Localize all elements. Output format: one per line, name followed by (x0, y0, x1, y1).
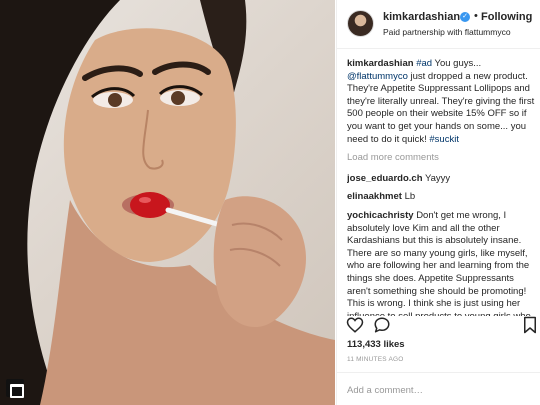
comment-item: elinaakhmet Lb (347, 191, 537, 204)
following-button[interactable]: Following (481, 11, 532, 23)
comment-item: jose_eduardo.ch Yayyy (347, 173, 537, 186)
follow-separator: • (474, 10, 478, 22)
post-caption: kimkardashian #ad You guys... @flattummy… (347, 58, 537, 146)
comment-username[interactable]: jose_eduardo.ch (347, 173, 423, 184)
post-photo[interactable] (0, 0, 335, 405)
mention-link[interactable]: @flattummyco (347, 71, 408, 82)
avatar[interactable] (347, 10, 374, 37)
heart-icon[interactable] (346, 316, 364, 334)
caption-text-part1: You guys... (432, 58, 482, 69)
comments-list[interactable]: kimkardashian #ad You guys... @flattummy… (347, 58, 537, 316)
load-more-comments-button[interactable]: Load more comments (347, 152, 537, 165)
hashtag-suckit-link[interactable]: #suckit (429, 134, 459, 145)
caption-username[interactable]: kimkardashian (347, 58, 414, 69)
comment-text: Don't get me wrong, I absolutely love Ki… (347, 209, 531, 316)
comment-username[interactable]: elinaakhmet (347, 191, 402, 202)
comment-item: yochicachristy Don't get me wrong, I abs… (347, 210, 537, 316)
hashtag-ad-link[interactable]: #ad (416, 58, 432, 69)
add-comment-input[interactable] (347, 382, 532, 398)
verified-badge-icon: ✓ (460, 12, 470, 22)
add-comment-area (337, 372, 540, 405)
comment-text: Lb (404, 191, 416, 203)
post-photo-illustration (0, 0, 335, 405)
post-side-panel: kimkardashian ✓ • Following Paid partner… (336, 0, 540, 405)
paid-partnership-label[interactable]: Paid partnership with flattummyco (383, 27, 511, 37)
comment-text: Yayyy (424, 172, 451, 184)
post-timestamp[interactable]: 11 MINUTES AGO (347, 356, 404, 363)
post-header: kimkardashian ✓ • Following Paid partner… (337, 0, 540, 49)
header-username[interactable]: kimkardashian (383, 11, 460, 23)
action-bar (337, 316, 540, 338)
comment-username[interactable]: yochicachristy (347, 210, 414, 221)
shopping-bag-icon[interactable] (6, 379, 24, 398)
bookmark-icon[interactable] (523, 316, 537, 334)
likes-count[interactable]: 113,433 likes (347, 339, 405, 350)
comment-bubble-icon[interactable] (373, 316, 391, 334)
